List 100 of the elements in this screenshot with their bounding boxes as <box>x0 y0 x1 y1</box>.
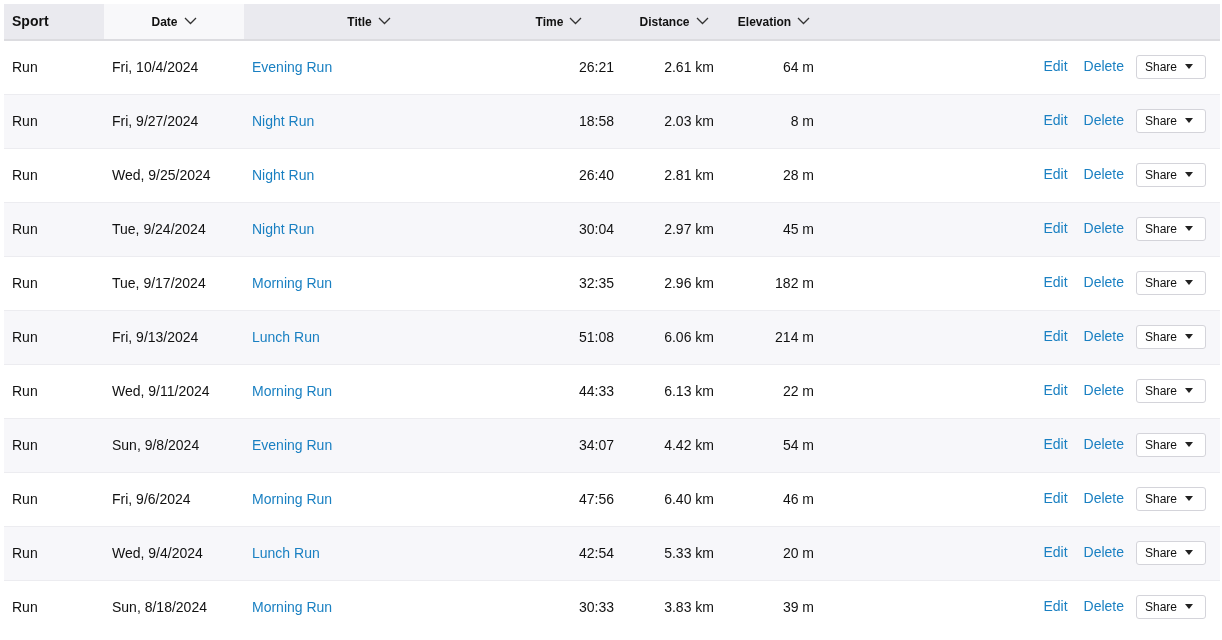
time-cell: 30:04 <box>578 220 614 237</box>
delete-link[interactable]: Delete <box>1083 436 1124 452</box>
share-dropdown[interactable]: Share <box>1136 109 1206 133</box>
edit-link[interactable]: Edit <box>1043 274 1068 290</box>
time-cell: 32:35 <box>578 274 614 291</box>
chevron-down-icon <box>377 16 391 25</box>
distance-cell: 4.42 km <box>664 436 714 453</box>
caret-down-icon <box>1185 118 1194 123</box>
sport-cell: Run <box>12 166 38 183</box>
title-link[interactable]: Morning Run <box>252 274 333 291</box>
share-dropdown[interactable]: Share <box>1136 487 1206 511</box>
share-dropdown[interactable]: Share <box>1136 325 1206 349</box>
caret-down-icon <box>1185 334 1194 339</box>
delete-link[interactable]: Delete <box>1083 220 1124 236</box>
caret-down-icon <box>1185 280 1194 285</box>
title-link[interactable]: Night Run <box>252 112 315 129</box>
column-header[interactable]: Elevation <box>724 4 824 40</box>
time-cell: 26:40 <box>578 166 614 183</box>
distance-cell: 6.13 km <box>664 382 714 399</box>
chevron-down-icon <box>797 16 811 25</box>
caret-down-icon <box>1185 64 1194 70</box>
caret-down-icon <box>1185 496 1194 501</box>
caret-down-icon <box>1185 226 1194 231</box>
delete-link[interactable]: Delete <box>1083 58 1124 75</box>
sport-cell: Run <box>12 382 38 399</box>
time-cell: 18:58 <box>578 112 614 129</box>
sport-cell: Run <box>12 436 38 453</box>
elevation-cell: 214 m <box>775 328 814 345</box>
sport-cell: Run <box>12 598 38 615</box>
share-dropdown[interactable]: Share <box>1136 379 1206 403</box>
distance-cell: 2.61 km <box>664 58 714 75</box>
share-dropdown[interactable]: Share <box>1136 595 1206 620</box>
title-link[interactable]: Evening Run <box>252 58 333 75</box>
title-link[interactable]: Lunch Run <box>252 328 320 345</box>
date-cell: Fri, 10/4/2024 <box>112 58 199 75</box>
edit-link[interactable]: Edit <box>1043 490 1068 506</box>
date-cell: Tue, 9/24/2024 <box>112 220 206 237</box>
edit-link[interactable]: Edit <box>1043 382 1068 398</box>
share-dropdown[interactable]: Share <box>1136 163 1206 187</box>
elevation-cell: 22 m <box>782 382 814 399</box>
column-header[interactable]: Distance <box>624 4 724 40</box>
share-dropdown[interactable]: Share <box>1136 433 1206 457</box>
share-dropdown[interactable]: Share <box>1136 541 1206 565</box>
time-cell: 47:56 <box>578 490 614 507</box>
distance-cell: 3.83 km <box>664 598 714 615</box>
sport-cell: Run <box>12 490 38 507</box>
share-dropdown[interactable]: Share <box>1136 271 1206 295</box>
date-cell: Tue, 9/17/2024 <box>112 274 206 291</box>
delete-link[interactable]: Delete <box>1083 112 1124 128</box>
title-link[interactable]: Morning Run <box>252 382 333 399</box>
title-link[interactable]: Morning Run <box>252 490 333 507</box>
date-cell: Wed, 9/11/2024 <box>112 382 210 399</box>
delete-link[interactable]: Delete <box>1083 598 1124 615</box>
delete-link[interactable]: Delete <box>1083 382 1124 398</box>
edit-link[interactable]: Edit <box>1043 58 1068 75</box>
elevation-cell: 8 m <box>790 112 814 129</box>
sport-cell: Run <box>12 220 38 237</box>
edit-link[interactable]: Edit <box>1043 112 1068 128</box>
sport-cell: Run <box>12 274 38 291</box>
date-cell: Fri, 9/27/2024 <box>112 112 199 129</box>
title-link[interactable]: Night Run <box>252 220 315 237</box>
distance-cell: 2.81 km <box>664 166 714 183</box>
time-cell: 30:33 <box>578 598 614 615</box>
chevron-down-icon <box>183 16 197 25</box>
date-cell: Sun, 9/8/2024 <box>112 436 200 453</box>
title-link[interactable]: Lunch Run <box>252 544 320 561</box>
elevation-cell: 64 m <box>782 58 814 75</box>
delete-link[interactable]: Delete <box>1083 328 1124 344</box>
distance-cell: 2.97 km <box>664 220 714 237</box>
time-cell: 34:07 <box>578 436 614 453</box>
share-dropdown[interactable]: Share <box>1136 55 1206 80</box>
title-link[interactable]: Evening Run <box>252 436 333 453</box>
edit-link[interactable]: Edit <box>1043 544 1068 560</box>
edit-link[interactable]: Edit <box>1043 166 1068 182</box>
title-link[interactable]: Night Run <box>252 166 315 183</box>
delete-link[interactable]: Delete <box>1083 490 1124 506</box>
edit-link[interactable]: Edit <box>1043 328 1068 344</box>
edit-link[interactable]: Edit <box>1043 436 1068 452</box>
date-cell: Wed, 9/25/2024 <box>112 166 211 183</box>
title-link[interactable]: Morning Run <box>252 598 333 615</box>
edit-link[interactable]: Edit <box>1043 598 1068 615</box>
time-cell: 26:21 <box>578 58 614 75</box>
elevation-cell: 46 m <box>782 490 814 507</box>
column-header[interactable]: Time <box>494 4 624 40</box>
edit-link[interactable]: Edit <box>1043 220 1068 236</box>
caret-down-icon <box>1185 604 1194 610</box>
date-cell: Sun, 8/18/2024 <box>112 598 207 615</box>
column-header[interactable]: Title <box>244 4 494 40</box>
caret-down-icon <box>1185 172 1194 177</box>
time-cell: 42:54 <box>578 544 614 561</box>
delete-link[interactable]: Delete <box>1083 544 1124 560</box>
sport-cell: Run <box>12 328 38 345</box>
column-header: Sport <box>4 4 104 40</box>
delete-link[interactable]: Delete <box>1083 274 1124 290</box>
delete-link[interactable]: Delete <box>1083 166 1124 182</box>
share-dropdown[interactable]: Share <box>1136 217 1206 241</box>
date-cell: Fri, 9/13/2024 <box>112 328 199 345</box>
date-cell: Fri, 9/6/2024 <box>112 490 191 507</box>
date-cell: Wed, 9/4/2024 <box>112 544 203 561</box>
column-header[interactable]: Date <box>104 4 244 40</box>
